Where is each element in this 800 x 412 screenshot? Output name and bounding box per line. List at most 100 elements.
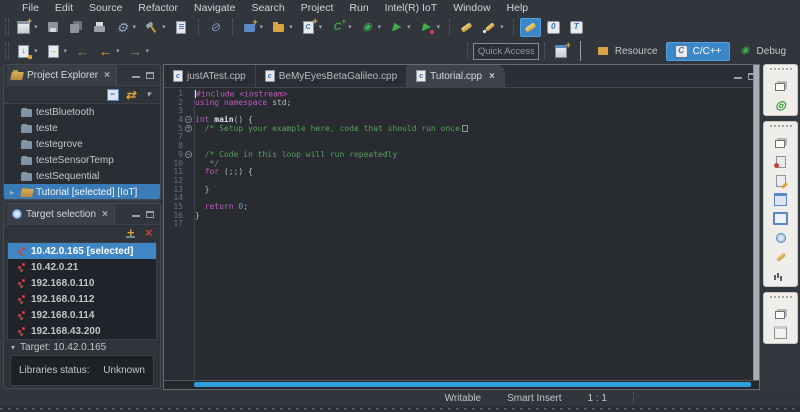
minimized-view-button[interactable] — [772, 172, 789, 189]
menu-item[interactable]: File — [14, 2, 47, 14]
chevron-down-icon[interactable]: ▾ — [64, 47, 68, 55]
view-toolbar-button[interactable] — [123, 225, 138, 240]
maximize-icon[interactable] — [146, 72, 154, 79]
toolbar-button[interactable]: ▾ — [13, 42, 41, 61]
toolbar-button[interactable] — [456, 18, 477, 37]
target-summary-row[interactable]: ▾ Target: 10.42.0.165 — [4, 342, 160, 353]
code-line[interactable]: 5+ /* Setup your example here, code that… — [164, 125, 759, 134]
minimize-icon[interactable] — [734, 73, 742, 79]
collapse-caret-icon[interactable]: ▾ — [11, 343, 15, 352]
close-icon[interactable]: × — [102, 209, 108, 220]
chevron-down-icon[interactable]: ▾ — [289, 23, 293, 31]
minimized-view-button[interactable] — [772, 191, 789, 208]
project-tree-item[interactable]: ▸ testeSensorTemp — [4, 152, 160, 168]
code-line[interactable]: 14 — [164, 194, 759, 203]
code-line[interactable]: 15 return 0; — [164, 203, 759, 212]
minimized-view-button[interactable] — [772, 305, 789, 322]
chevron-down-icon[interactable]: ▾ — [34, 47, 38, 55]
menu-item[interactable]: Help — [499, 2, 537, 14]
toolbar-button[interactable]: ▾ — [13, 18, 41, 37]
editor-tab[interactable]: BeMyEyesBetaGalileo.cpp × — [256, 65, 407, 87]
minimized-view-button[interactable] — [772, 229, 789, 246]
menu-item[interactable]: Navigate — [186, 2, 243, 14]
code-editor[interactable]: 1#include <iostream>2using namespace std… — [164, 88, 759, 389]
toolbar-button[interactable] — [171, 18, 192, 37]
toolbar-drag-handle[interactable] — [5, 19, 9, 35]
chevron-down-icon[interactable]: ▾ — [500, 23, 504, 31]
open-perspective-button[interactable] — [551, 42, 572, 61]
toolbar-button[interactable] — [89, 18, 110, 37]
code-line[interactable]: 7 — [164, 133, 759, 142]
chevron-down-icon[interactable]: ▾ — [437, 23, 441, 31]
perspective-button[interactable]: Debug — [730, 42, 794, 61]
fold-collapse-icon[interactable]: − — [185, 151, 192, 158]
fold-collapse-icon[interactable]: − — [185, 116, 192, 123]
menu-item[interactable]: Source — [81, 2, 130, 14]
minimized-view-button[interactable] — [772, 267, 789, 284]
chevron-down-icon[interactable]: ▾ — [407, 23, 411, 31]
code-line[interactable]: 9− /* Code in this loop will run repeate… — [164, 151, 759, 160]
minimized-view-button[interactable] — [772, 324, 789, 341]
toolbar-button[interactable] — [66, 18, 87, 37]
project-tree-item[interactable]: ▸ testSequential — [4, 168, 160, 184]
chevron-down-icon[interactable]: ▾ — [162, 23, 166, 31]
horizontal-scrollbar[interactable] — [194, 382, 751, 387]
minimize-icon[interactable] — [132, 72, 140, 78]
view-toolbar-button[interactable] — [123, 87, 138, 102]
project-tree-item[interactable]: ▸ Tutorial [selected] [IoT] — [4, 184, 160, 199]
toolbar-button[interactable]: ▾ — [386, 18, 414, 37]
target-list-item[interactable]: 10.42.0.165 [selected] — [8, 243, 156, 259]
project-explorer-tab[interactable]: Project Explorer × — [7, 65, 117, 86]
toolbar-button[interactable]: ▾ — [141, 18, 169, 37]
project-tree-item[interactable]: ▸ testBluetooth — [4, 104, 160, 120]
menu-item[interactable]: Search — [243, 2, 292, 14]
target-selection-tab[interactable]: Target selection × — [7, 204, 115, 225]
code-line[interactable]: 11 for (;;) { — [164, 168, 759, 177]
view-toolbar-button[interactable] — [141, 225, 156, 240]
chevron-down-icon[interactable]: ▾ — [260, 23, 264, 31]
chevron-down-icon[interactable]: ▾ — [348, 23, 352, 31]
menu-item[interactable]: Refactor — [130, 2, 186, 14]
menu-item[interactable]: Edit — [47, 2, 81, 14]
toolbar-button[interactable]: ▾ — [298, 18, 326, 37]
menu-item[interactable]: Project — [293, 2, 342, 14]
toolbar-button[interactable]: ▾ — [479, 18, 507, 37]
toolbar-drag-handle[interactable] — [5, 43, 9, 59]
menu-item[interactable]: Window — [445, 2, 498, 14]
view-toolbar-button[interactable] — [141, 87, 156, 102]
chevron-down-icon[interactable]: ▾ — [116, 47, 120, 55]
minimized-view-button[interactable] — [772, 96, 789, 113]
folded-region-indicator[interactable] — [462, 125, 468, 132]
target-list-item[interactable]: 10.42.0.21 — [8, 259, 156, 275]
toolbar-button[interactable]: ▾ — [43, 42, 71, 61]
target-list-item[interactable]: 192.168.0.112 — [8, 291, 156, 307]
toolbar-button[interactable]: ▾ — [268, 18, 296, 37]
toolbar-button[interactable] — [72, 42, 93, 61]
editor-tab[interactable]: justATest.cpp × — [164, 65, 256, 87]
toolbar-button[interactable]: ▾ — [112, 18, 140, 37]
target-list-item[interactable]: 192.168.43.200 — [8, 323, 156, 339]
toolbar-button[interactable] — [43, 18, 64, 37]
chevron-down-icon[interactable]: ▾ — [378, 23, 382, 31]
expand-arrow-icon[interactable]: ▸ — [10, 188, 17, 197]
code-line[interactable]: 12 — [164, 177, 759, 186]
toolbar-button[interactable] — [566, 18, 587, 37]
view-toolbar-button[interactable] — [105, 87, 120, 102]
minimized-view-button[interactable] — [772, 77, 789, 94]
toolbar-button[interactable]: ▾ — [125, 42, 153, 61]
minimized-view-button[interactable] — [772, 134, 789, 151]
toolbar-button[interactable] — [205, 18, 226, 37]
perspective-button[interactable]: C/C++ — [666, 42, 730, 61]
maximize-icon[interactable] — [146, 211, 154, 218]
close-icon[interactable]: × — [489, 71, 495, 82]
editor-tab[interactable]: Tutorial.cpp × — [407, 65, 505, 87]
toolbar-button[interactable]: ▾ — [357, 18, 385, 37]
code-line[interactable]: 13 } — [164, 186, 759, 195]
target-list-item[interactable]: 192.168.0.114 — [8, 307, 156, 323]
menu-item[interactable]: Intel(R) IoT — [377, 2, 446, 14]
perspective-button[interactable]: Resource — [588, 42, 666, 61]
project-tree-item[interactable]: ▸ teste — [4, 120, 160, 136]
code-line[interactable]: 2using namespace std; — [164, 99, 759, 108]
code-line[interactable]: 17 — [164, 220, 759, 229]
target-list-item[interactable]: 192.168.0.110 — [8, 275, 156, 291]
